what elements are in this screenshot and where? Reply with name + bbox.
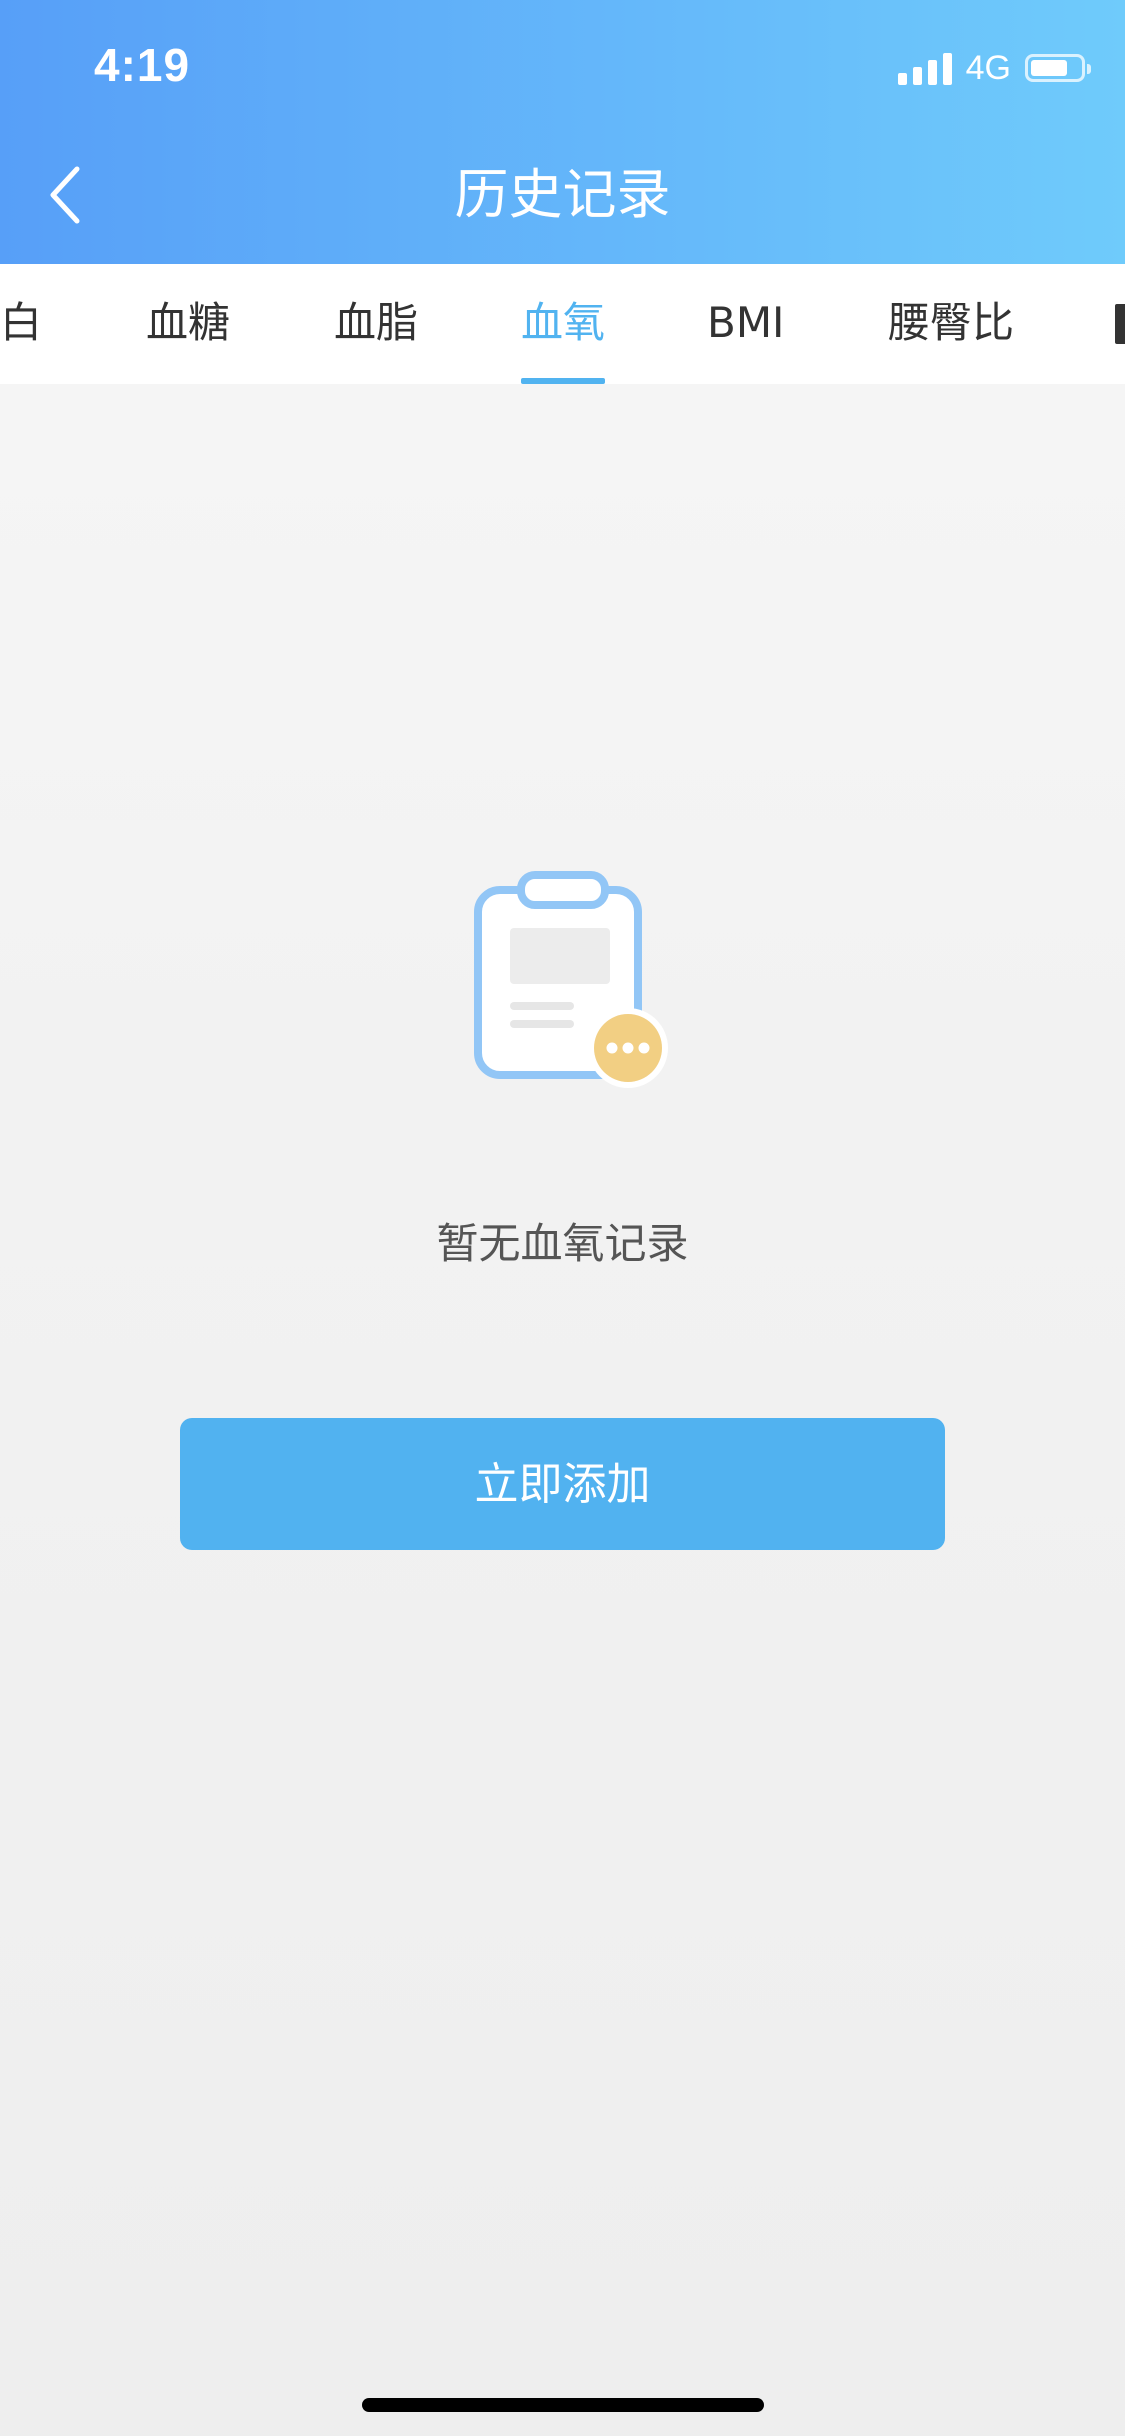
header-bar: 4:19 4G 历史记录 [0, 0, 1125, 264]
tab-blood-sugar[interactable]: 血糖 [146, 264, 230, 384]
signal-icon [897, 51, 952, 85]
tab-blood-oxygen[interactable]: 血氧 [521, 264, 606, 384]
clipboard-icon [474, 871, 668, 1088]
tab-overflow-edge [1115, 304, 1125, 344]
tab-bmi[interactable]: BMI [707, 264, 784, 384]
add-now-button[interactable]: 立即添加 [180, 1418, 945, 1550]
battery-icon [1025, 54, 1091, 82]
network-type: 4G [965, 48, 1011, 87]
page-title: 历史记录 [454, 163, 671, 226]
empty-state-message: 暂无血氧记录 [436, 1219, 689, 1268]
category-tabs: 白 血糖 血脂 血氧 BMI 腰臀比 [0, 264, 1125, 384]
status-indicators: 4G [897, 48, 1091, 88]
status-time: 4:19 [94, 39, 191, 91]
tab-blood-lipid[interactable]: 血脂 [334, 264, 418, 384]
tab-waist-hip-ratio[interactable]: 腰臀比 [888, 264, 1014, 384]
home-indicator [362, 2398, 764, 2412]
tab-partial[interactable]: 白 [0, 264, 42, 384]
